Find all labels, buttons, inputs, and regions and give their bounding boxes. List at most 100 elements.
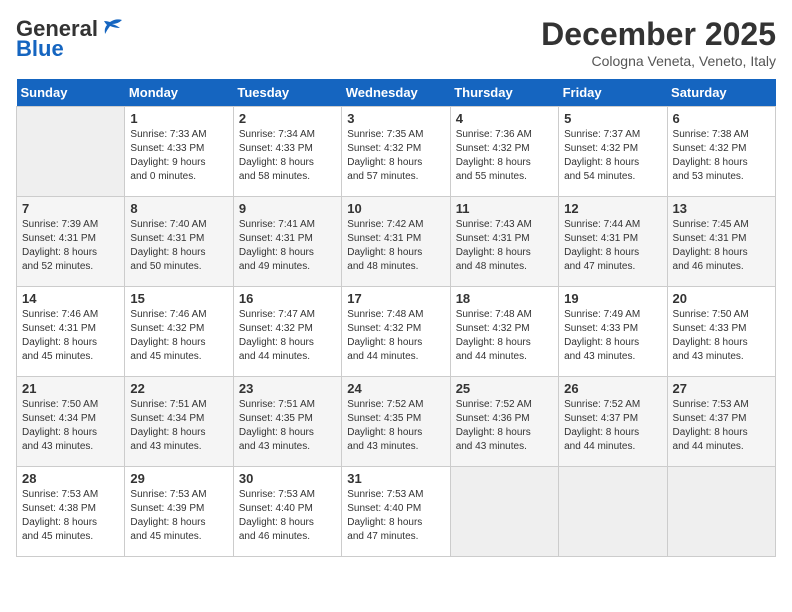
calendar-cell (17, 107, 125, 197)
calendar-cell (559, 467, 667, 557)
day-header-sunday: Sunday (17, 79, 125, 107)
cell-info: Sunrise: 7:44 AMSunset: 4:31 PMDaylight:… (564, 218, 661, 274)
cell-info: Sunrise: 7:53 AMSunset: 4:37 PMDaylight:… (673, 398, 770, 454)
location-subtitle: Cologna Veneta, Veneto, Italy (541, 53, 776, 69)
day-number: 22 (130, 381, 227, 396)
day-number: 20 (673, 291, 770, 306)
day-number: 23 (239, 381, 336, 396)
week-row-4: 21 Sunrise: 7:50 AMSunset: 4:34 PMDayligh… (17, 377, 776, 467)
calendar-cell: 2 Sunrise: 7:34 AMSunset: 4:33 PMDaylight… (233, 107, 341, 197)
day-number: 21 (22, 381, 119, 396)
day-number: 5 (564, 111, 661, 126)
calendar-cell: 16 Sunrise: 7:47 AMSunset: 4:32 PMDayligh… (233, 287, 341, 377)
day-number: 12 (564, 201, 661, 216)
day-number: 18 (456, 291, 553, 306)
day-number: 25 (456, 381, 553, 396)
calendar-cell: 12 Sunrise: 7:44 AMSunset: 4:31 PMDayligh… (559, 197, 667, 287)
cell-info: Sunrise: 7:39 AMSunset: 4:31 PMDaylight:… (22, 218, 119, 274)
calendar-cell: 21 Sunrise: 7:50 AMSunset: 4:34 PMDayligh… (17, 377, 125, 467)
calendar-cell: 26Sunrise: 7:52 AMSunset: 4:37 PMDayligh… (559, 377, 667, 467)
cell-info: Sunrise: 7:51 AMSunset: 4:35 PMDaylight:… (239, 398, 336, 454)
day-number: 2 (239, 111, 336, 126)
day-number: 29 (130, 471, 227, 486)
cell-info: Sunrise: 7:52 AMSunset: 4:35 PMDaylight:… (347, 398, 444, 454)
day-number: 13 (673, 201, 770, 216)
cell-info: Sunrise: 7:41 AMSunset: 4:31 PMDaylight:… (239, 218, 336, 274)
day-header-tuesday: Tuesday (233, 79, 341, 107)
cell-info: Sunrise: 7:49 AMSunset: 4:33 PMDaylight:… (564, 308, 661, 364)
calendar-cell: 6 Sunrise: 7:38 AMSunset: 4:32 PMDaylight… (667, 107, 775, 197)
cell-info: Sunrise: 7:53 AMSunset: 4:40 PMDaylight:… (347, 488, 444, 544)
cell-info: Sunrise: 7:50 AMSunset: 4:34 PMDaylight:… (22, 398, 119, 454)
day-number: 15 (130, 291, 227, 306)
day-number: 6 (673, 111, 770, 126)
calendar-cell: 11Sunrise: 7:43 AMSunset: 4:31 PMDayligh… (450, 197, 558, 287)
calendar-cell: 15 Sunrise: 7:46 AMSunset: 4:32 PMDayligh… (125, 287, 233, 377)
calendar-cell: 24 Sunrise: 7:52 AMSunset: 4:35 PMDayligh… (342, 377, 450, 467)
calendar-cell: 23 Sunrise: 7:51 AMSunset: 4:35 PMDayligh… (233, 377, 341, 467)
calendar-cell: 5Sunrise: 7:37 AMSunset: 4:32 PMDaylight… (559, 107, 667, 197)
cell-info: Sunrise: 7:52 AMSunset: 4:36 PMDaylight:… (456, 398, 553, 454)
cell-info: Sunrise: 7:33 AMSunset: 4:33 PMDaylight:… (130, 128, 227, 184)
week-row-3: 14 Sunrise: 7:46 AMSunset: 4:31 PMDayligh… (17, 287, 776, 377)
cell-info: Sunrise: 7:50 AMSunset: 4:33 PMDaylight:… (673, 308, 770, 364)
cell-info: Sunrise: 7:53 AMSunset: 4:40 PMDaylight:… (239, 488, 336, 544)
day-number: 4 (456, 111, 553, 126)
day-number: 24 (347, 381, 444, 396)
cell-info: Sunrise: 7:48 AMSunset: 4:32 PMDaylight:… (347, 308, 444, 364)
calendar-cell (450, 467, 558, 557)
calendar-cell: 29Sunrise: 7:53 AMSunset: 4:39 PMDayligh… (125, 467, 233, 557)
day-number: 14 (22, 291, 119, 306)
calendar-cell: 8 Sunrise: 7:40 AMSunset: 4:31 PMDaylight… (125, 197, 233, 287)
day-number: 9 (239, 201, 336, 216)
calendar-cell: 10 Sunrise: 7:42 AMSunset: 4:31 PMDayligh… (342, 197, 450, 287)
cell-info: Sunrise: 7:35 AMSunset: 4:32 PMDaylight:… (347, 128, 444, 184)
cell-info: Sunrise: 7:45 AMSunset: 4:31 PMDaylight:… (673, 218, 770, 274)
cell-info: Sunrise: 7:38 AMSunset: 4:32 PMDaylight:… (673, 128, 770, 184)
logo: General Blue (16, 16, 124, 62)
cell-info: Sunrise: 7:48 AMSunset: 4:32 PMDaylight:… (456, 308, 553, 364)
cell-info: Sunrise: 7:42 AMSunset: 4:31 PMDaylight:… (347, 218, 444, 274)
month-title: December 2025 (541, 16, 776, 53)
cell-info: Sunrise: 7:47 AMSunset: 4:32 PMDaylight:… (239, 308, 336, 364)
day-number: 28 (22, 471, 119, 486)
week-row-2: 7 Sunrise: 7:39 AMSunset: 4:31 PMDaylight… (17, 197, 776, 287)
calendar-cell: 7 Sunrise: 7:39 AMSunset: 4:31 PMDaylight… (17, 197, 125, 287)
day-number: 7 (22, 201, 119, 216)
cell-info: Sunrise: 7:53 AMSunset: 4:38 PMDaylight:… (22, 488, 119, 544)
calendar-cell: 18 Sunrise: 7:48 AMSunset: 4:32 PMDayligh… (450, 287, 558, 377)
calendar-cell: 27Sunrise: 7:53 AMSunset: 4:37 PMDayligh… (667, 377, 775, 467)
calendar-cell: 3 Sunrise: 7:35 AMSunset: 4:32 PMDaylight… (342, 107, 450, 197)
calendar-cell: 17Sunrise: 7:48 AMSunset: 4:32 PMDayligh… (342, 287, 450, 377)
cell-info: Sunrise: 7:40 AMSunset: 4:31 PMDaylight:… (130, 218, 227, 274)
day-header-friday: Friday (559, 79, 667, 107)
calendar-header-row: SundayMondayTuesdayWednesdayThursdayFrid… (17, 79, 776, 107)
cell-info: Sunrise: 7:46 AMSunset: 4:31 PMDaylight:… (22, 308, 119, 364)
calendar-cell: 31Sunrise: 7:53 AMSunset: 4:40 PMDayligh… (342, 467, 450, 557)
logo-bird-icon (102, 16, 124, 38)
cell-info: Sunrise: 7:43 AMSunset: 4:31 PMDaylight:… (456, 218, 553, 274)
calendar-cell: 14 Sunrise: 7:46 AMSunset: 4:31 PMDayligh… (17, 287, 125, 377)
day-header-wednesday: Wednesday (342, 79, 450, 107)
calendar-cell: 1 Sunrise: 7:33 AMSunset: 4:33 PMDaylight… (125, 107, 233, 197)
day-header-monday: Monday (125, 79, 233, 107)
calendar-cell: 25 Sunrise: 7:52 AMSunset: 4:36 PMDayligh… (450, 377, 558, 467)
calendar-cell: 30 Sunrise: 7:53 AMSunset: 4:40 PMDayligh… (233, 467, 341, 557)
calendar-cell (667, 467, 775, 557)
day-number: 3 (347, 111, 444, 126)
title-block: December 2025 Cologna Veneta, Veneto, It… (541, 16, 776, 69)
day-number: 16 (239, 291, 336, 306)
cell-info: Sunrise: 7:34 AMSunset: 4:33 PMDaylight:… (239, 128, 336, 184)
day-number: 30 (239, 471, 336, 486)
calendar-cell: 20 Sunrise: 7:50 AMSunset: 4:33 PMDayligh… (667, 287, 775, 377)
logo-blue-text: Blue (16, 36, 64, 62)
day-number: 10 (347, 201, 444, 216)
day-header-saturday: Saturday (667, 79, 775, 107)
day-number: 8 (130, 201, 227, 216)
calendar-cell: 13 Sunrise: 7:45 AMSunset: 4:31 PMDayligh… (667, 197, 775, 287)
cell-info: Sunrise: 7:46 AMSunset: 4:32 PMDaylight:… (130, 308, 227, 364)
calendar-cell: 28 Sunrise: 7:53 AMSunset: 4:38 PMDayligh… (17, 467, 125, 557)
day-number: 1 (130, 111, 227, 126)
week-row-1: 1 Sunrise: 7:33 AMSunset: 4:33 PMDaylight… (17, 107, 776, 197)
calendar-cell: 19Sunrise: 7:49 AMSunset: 4:33 PMDayligh… (559, 287, 667, 377)
